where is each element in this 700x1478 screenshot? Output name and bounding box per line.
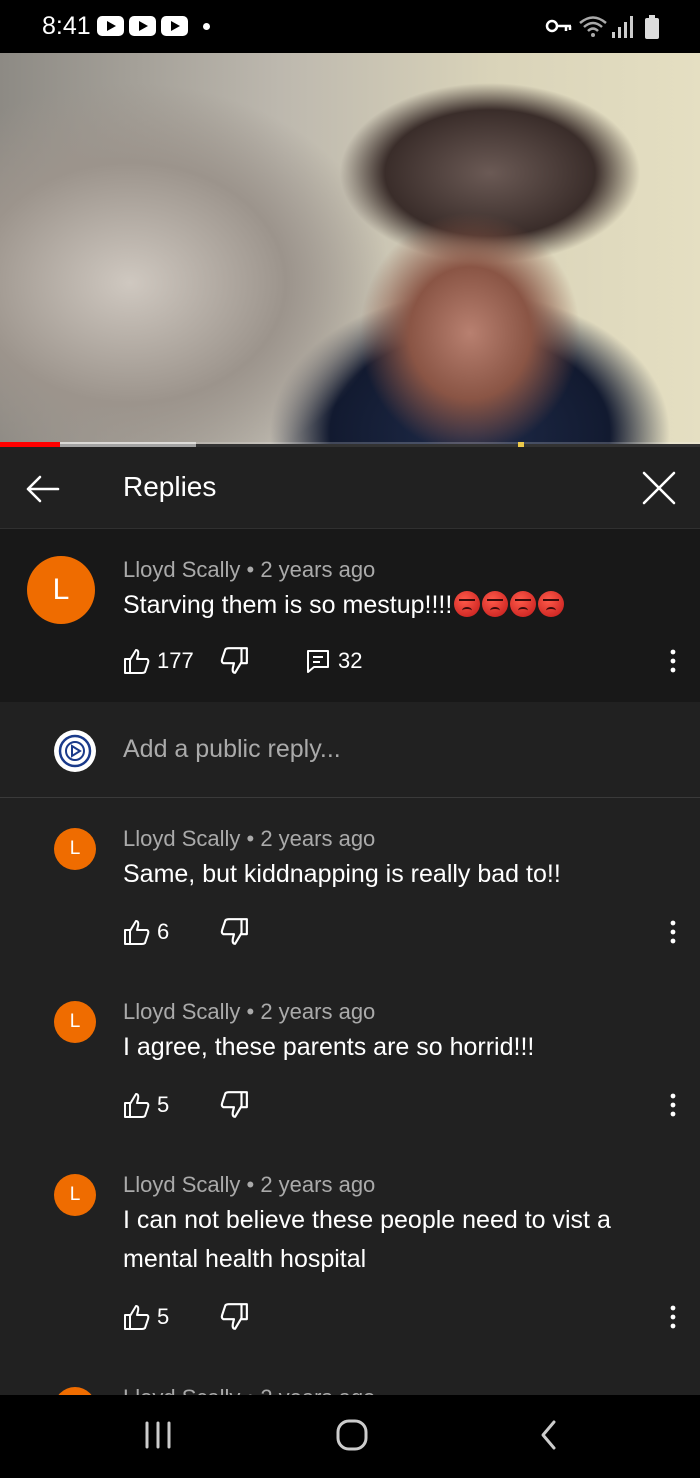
meta-separator: •: [240, 1385, 260, 1395]
back-arrow-icon[interactable]: [20, 469, 62, 509]
comment-actions: 5: [123, 1090, 683, 1120]
meta-separator: •: [240, 1172, 261, 1197]
more-vert-icon[interactable]: [663, 1090, 683, 1120]
reply-item: L Lloyd Scally • 2 years ago: [0, 1381, 700, 1395]
avatar[interactable]: L: [54, 1387, 96, 1395]
angry-face-emoji: [510, 591, 537, 617]
meta-separator: •: [240, 557, 261, 582]
comment-author[interactable]: Lloyd Scally: [123, 1172, 240, 1197]
comment-text: I agree, these parents are so horrid!!!: [123, 1033, 535, 1061]
status-time: 8:41: [42, 12, 91, 40]
meta-separator: •: [240, 999, 261, 1024]
angry-face-emoji: [538, 591, 565, 617]
thumbs-down-icon[interactable]: [219, 1090, 249, 1120]
wifi-icon: [579, 16, 607, 37]
comment-author[interactable]: Lloyd Scally: [123, 1385, 240, 1395]
thumbs-down-icon[interactable]: [219, 917, 249, 947]
youtube-icon: [161, 16, 188, 36]
thumbs-up-icon[interactable]: [123, 1090, 151, 1120]
avatar[interactable]: L: [54, 1174, 96, 1216]
video-player[interactable]: [0, 53, 700, 444]
comment-actions: 177 32: [123, 646, 683, 676]
thumbs-up-icon[interactable]: [123, 917, 151, 947]
avatar[interactable]: L: [27, 556, 95, 624]
youtube-icon: [97, 16, 124, 36]
youtube-icon: [129, 16, 156, 36]
add-reply-input[interactable]: [123, 735, 643, 764]
system-nav-bar: [0, 1395, 700, 1478]
comment-meta: Lloyd Scally • 2 years ago: [123, 999, 375, 1025]
comment-author[interactable]: Lloyd Scally: [123, 999, 240, 1024]
parent-comment: L Lloyd Scally • 2 years ago Starving th…: [0, 529, 700, 702]
comment-text: Starving them is so mestup!!!!: [123, 591, 453, 619]
angry-face-emoji: [482, 591, 509, 617]
like-count: 177: [157, 648, 194, 673]
like-count: 5: [157, 1092, 170, 1117]
thumbs-down-icon[interactable]: [219, 1302, 249, 1332]
comment-actions: 6: [123, 917, 683, 947]
thumbs-up-icon[interactable]: [123, 1302, 151, 1332]
replies-title: Replies: [123, 471, 217, 502]
angry-face-emoji: [454, 591, 481, 617]
comment-time: 2 years ago: [260, 1172, 376, 1197]
comment-meta: Lloyd Scally • 2 years ago: [123, 557, 375, 583]
home-icon[interactable]: [333, 1417, 371, 1453]
more-vert-icon[interactable]: [663, 1302, 683, 1332]
key-icon: [545, 19, 572, 33]
battery-icon: [645, 15, 659, 39]
comment-time: 2 years ago: [260, 826, 376, 851]
comment-author[interactable]: Lloyd Scally: [123, 826, 240, 851]
comment-actions: 5: [123, 1302, 683, 1332]
reply-count: 32: [338, 648, 363, 673]
back-icon[interactable]: [535, 1417, 563, 1453]
signal-icon: [612, 16, 633, 38]
comment-meta: Lloyd Scally • 2 years ago: [123, 1172, 375, 1198]
thumbs-up-icon[interactable]: [123, 646, 151, 676]
more-vert-icon[interactable]: [663, 917, 683, 947]
reply-item: L Lloyd Scally • 2 years ago I can not b…: [0, 1168, 700, 1358]
status-bar: 8:41: [0, 0, 700, 53]
more-notifications-dot: [203, 23, 210, 30]
comment-time: 2 years ago: [260, 557, 376, 582]
more-vert-icon[interactable]: [663, 646, 683, 676]
like-count: 6: [157, 919, 170, 944]
comment-text: Same, but kiddnapping is really bad to!!: [123, 860, 561, 888]
add-reply-row: [0, 702, 700, 798]
avatar[interactable]: L: [54, 828, 96, 870]
reply-list: L Lloyd Scally • 2 years ago Same, but k…: [0, 798, 700, 1395]
user-avatar: [54, 730, 96, 772]
recent-apps-icon[interactable]: [142, 1417, 174, 1453]
comment-author[interactable]: Lloyd Scally: [123, 557, 240, 582]
comment-time: 2 years ago: [260, 1385, 375, 1395]
comment-text-line1: I can not believe these people need to v…: [123, 1206, 611, 1234]
replies-header: Replies: [0, 447, 700, 529]
close-icon[interactable]: [638, 467, 680, 509]
reply-icon[interactable]: [305, 646, 331, 676]
comment-text-line: Starving them is so mestup!!!!: [123, 586, 565, 624]
like-count: 5: [157, 1304, 170, 1329]
comment-text-line2: mental health hospital: [123, 1245, 367, 1273]
avatar[interactable]: L: [54, 1001, 96, 1043]
meta-separator: •: [240, 826, 261, 851]
reply-item: L Lloyd Scally • 2 years ago I agree, th…: [0, 995, 700, 1145]
thumbs-down-icon[interactable]: [219, 646, 249, 676]
reply-item: L Lloyd Scally • 2 years ago Same, but k…: [0, 822, 700, 972]
comment-meta: Lloyd Scally • 2 years ago: [123, 1385, 375, 1395]
comment-meta: Lloyd Scally • 2 years ago: [123, 826, 375, 852]
comment-time: 2 years ago: [260, 999, 376, 1024]
